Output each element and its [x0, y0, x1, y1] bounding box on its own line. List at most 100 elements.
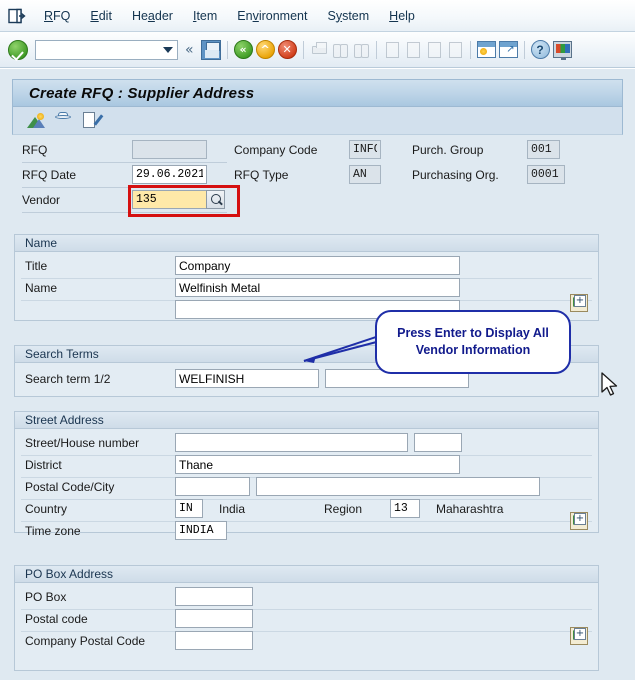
purchasing-org-input[interactable] — [527, 165, 565, 184]
field-purchasing-org: Purchasing Org. — [412, 165, 565, 184]
menu-item-header[interactable]: Header — [122, 7, 183, 25]
exit-icon[interactable]: ^ — [255, 40, 275, 59]
document-edit-icon[interactable] — [81, 112, 104, 129]
find-icon — [331, 41, 349, 59]
street-input[interactable] — [175, 433, 408, 452]
house-number-input[interactable] — [414, 433, 462, 452]
city-input[interactable] — [256, 477, 540, 496]
print-icon — [310, 41, 328, 59]
group-name: Name Title Name — [14, 234, 599, 321]
vendor-field-highlight — [128, 185, 240, 217]
toolbar-separator — [469, 40, 471, 59]
system-menu-icon[interactable] — [8, 8, 26, 24]
time-zone-input[interactable] — [175, 521, 227, 540]
menu-item-system[interactable]: System — [317, 7, 379, 25]
menu-item-help[interactable]: Help — [379, 7, 425, 25]
back-icon[interactable]: « — [233, 40, 253, 59]
po-box-postal-code-input[interactable] — [175, 609, 253, 628]
field-label-company-postal-code: Company Postal Code — [25, 633, 146, 648]
po-box-input[interactable] — [175, 587, 253, 606]
country-input[interactable] — [175, 499, 203, 518]
search-term-1-input[interactable] — [175, 369, 319, 388]
callout-bubble: Press Enter to Display All Vendor Inform… — [375, 310, 571, 374]
rfq-type-input[interactable] — [349, 165, 381, 184]
purch-group-input[interactable] — [527, 140, 560, 159]
title-input[interactable] — [175, 256, 460, 275]
field-label-rfq-type: RFQ Type — [234, 167, 289, 182]
overview-icon[interactable] — [27, 112, 45, 129]
name-input[interactable] — [175, 278, 460, 297]
header-fields: RFQ RFQ Date Vendor Company Code — [12, 135, 623, 217]
save-icon[interactable] — [200, 39, 221, 60]
field-label-po-box: PO Box — [25, 589, 67, 604]
toolbar-separator — [523, 40, 525, 59]
group-title-street-address: Street Address — [15, 412, 598, 429]
previous-page-icon — [404, 41, 422, 59]
standard-toolbar: « « ^ ✕ ↗ ? — [0, 32, 635, 68]
menu-item-environment[interactable]: Environment — [227, 7, 317, 25]
field-purch-group: Purch. Group — [412, 140, 560, 159]
double-chevron-left-icon[interactable]: « — [181, 43, 198, 57]
field-label-district: District — [25, 457, 62, 472]
group-body-po-box-address: PO Box Postal code Company Postal Code — [15, 583, 598, 670]
first-page-icon — [383, 41, 401, 59]
field-country: Country India Region Maharashtra — [25, 499, 503, 518]
region-input[interactable] — [390, 499, 420, 518]
field-time-zone: Time zone — [25, 521, 227, 540]
command-field[interactable] — [35, 39, 178, 60]
district-input[interactable] — [175, 455, 460, 474]
application-toolbar — [12, 107, 623, 135]
region-text: Maharashtra — [436, 501, 504, 516]
company-postal-code-input[interactable] — [175, 631, 253, 650]
page-title: Create RFQ : Supplier Address — [29, 84, 255, 102]
help-icon[interactable]: ? — [530, 40, 550, 59]
menu-bar: RFQ Edit Header Item Environment System … — [0, 0, 635, 32]
field-rfq: RFQ — [22, 140, 207, 159]
field-label-company-code: Company Code — [234, 142, 318, 157]
rfq-date-input[interactable] — [132, 165, 207, 184]
toolbar-separator — [226, 40, 228, 59]
field-rfq-date: RFQ Date — [22, 165, 207, 184]
field-district: District — [25, 455, 460, 474]
postal-code-input[interactable] — [175, 477, 250, 496]
expand-details-icon[interactable] — [570, 627, 588, 645]
field-label-region: Region — [324, 501, 363, 516]
expand-details-icon[interactable] — [570, 294, 588, 312]
group-title-po-box-address: PO Box Address — [15, 566, 598, 583]
cancel-icon[interactable]: ✕ — [277, 40, 297, 59]
field-postal-code: Postal code — [25, 609, 253, 628]
group-po-box-address: PO Box Address PO Box Postal code Compan… — [14, 565, 599, 671]
group-street-address: Street Address Street/House number Distr… — [14, 411, 599, 540]
screen-body: Create RFQ : Supplier Address RFQ RFQ Da… — [0, 68, 635, 680]
personal-settings-icon[interactable] — [54, 112, 72, 129]
sap-gui-window: RFQ Edit Header Item Environment System … — [0, 0, 635, 680]
enter-checkmark-icon[interactable] — [8, 39, 28, 60]
field-label-time-zone: Time zone — [25, 523, 81, 538]
field-label-country: Country — [25, 501, 68, 516]
field-label-name: Name — [25, 280, 58, 295]
callout-line-1: Press Enter to Display All — [397, 326, 549, 341]
menu-item-edit[interactable]: Edit — [80, 7, 122, 25]
last-page-icon — [446, 41, 464, 59]
chevron-down-icon[interactable] — [163, 46, 173, 53]
expand-details-icon[interactable] — [570, 512, 588, 530]
field-name: Name — [25, 278, 460, 297]
country-text: India — [219, 501, 246, 516]
field-rfq-type: RFQ Type — [234, 165, 381, 184]
create-session-icon[interactable] — [476, 41, 496, 58]
create-shortcut-icon[interactable]: ↗ — [498, 41, 518, 58]
field-label-postal-city: Postal Code/City — [25, 479, 115, 494]
field-po-box: PO Box — [25, 587, 253, 606]
field-street: Street/House number — [25, 433, 462, 452]
screen-title-bar: Create RFQ : Supplier Address — [12, 79, 623, 107]
rfq-input[interactable] — [132, 140, 207, 159]
menu-item-rfq[interactable]: RFQ — [34, 7, 80, 25]
toolbar-separator — [375, 40, 377, 59]
company-code-input[interactable] — [349, 140, 381, 159]
customize-local-layout-icon[interactable] — [552, 41, 572, 60]
field-label-rfq: RFQ — [22, 142, 48, 157]
field-label-purch-group: Purch. Group — [412, 142, 484, 157]
field-label-purchasing-org: Purchasing Org. — [412, 167, 499, 182]
field-postal-city: Postal Code/City — [25, 477, 540, 496]
menu-item-item[interactable]: Item — [183, 7, 227, 25]
